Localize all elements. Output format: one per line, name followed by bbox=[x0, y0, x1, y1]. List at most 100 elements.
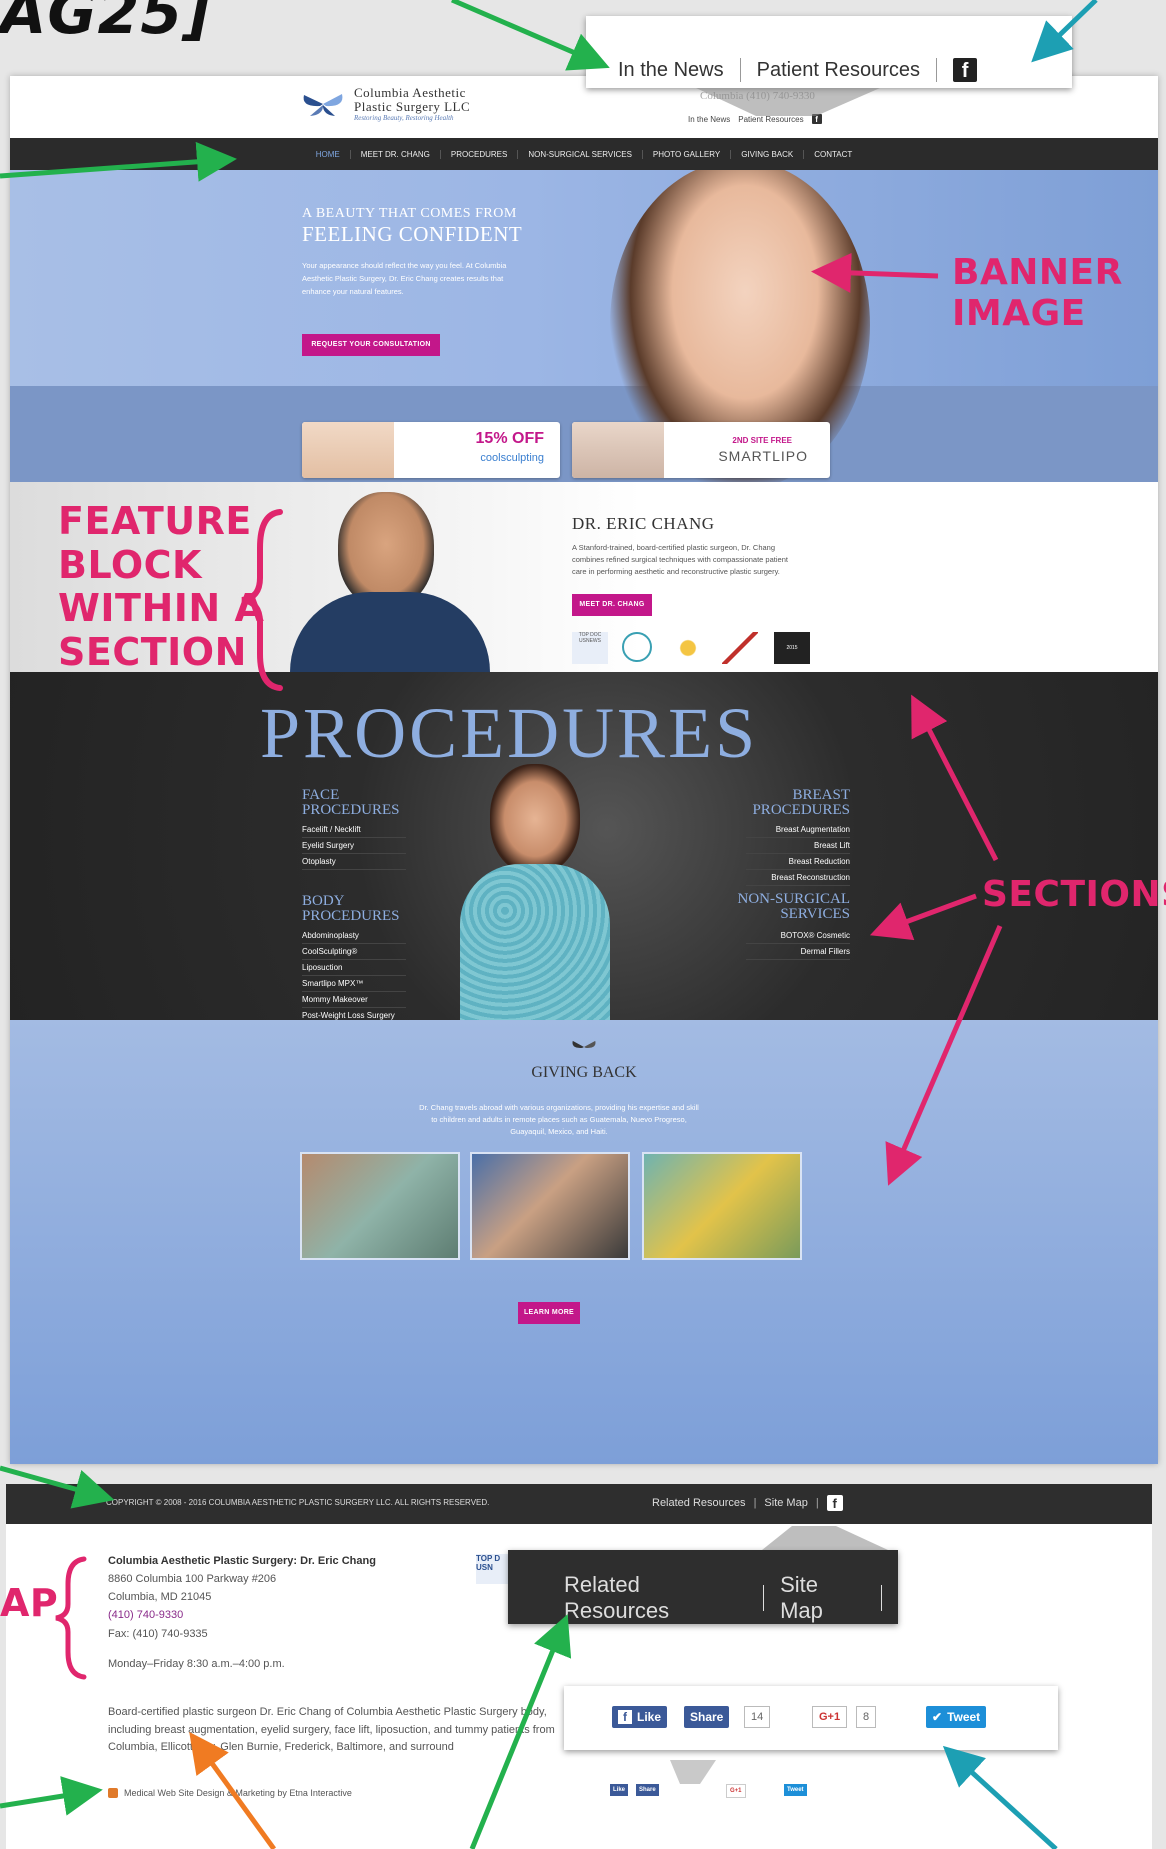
label-line: FEATURE bbox=[58, 499, 252, 543]
nav-non-surgical[interactable]: NON-SURGICAL SERVICES bbox=[517, 149, 642, 159]
butterfly-logo-icon bbox=[303, 94, 343, 117]
logo[interactable]: Columbia Aesthetic Plastic Surgery LLC R… bbox=[300, 86, 470, 123]
mission-photo[interactable] bbox=[300, 1152, 460, 1260]
procedure-link[interactable]: CoolSculpting® bbox=[302, 944, 406, 960]
board-badge bbox=[670, 632, 706, 664]
facebook-share-button[interactable]: Share bbox=[684, 1706, 730, 1728]
coolsculpting-promo[interactable]: 15% OFF coolsculpting bbox=[302, 422, 560, 478]
non-surgical-list: BOTOX® Cosmetic Dermal Fillers bbox=[746, 928, 850, 960]
footer-credit[interactable]: Medical Web Site Design & Marketing by E… bbox=[108, 1788, 352, 1798]
nav-giving-back[interactable]: GIVING BACK bbox=[730, 149, 803, 159]
callout-news-link[interactable]: In the News bbox=[618, 59, 724, 82]
practice-name: Columbia Aesthetic Plastic Surgery: Dr. … bbox=[108, 1555, 376, 1567]
separator bbox=[763, 1585, 765, 1611]
mission-photo[interactable] bbox=[642, 1152, 802, 1260]
map-partial-label: AP bbox=[0, 1581, 59, 1625]
callout-resources-link[interactable]: Patient Resources bbox=[757, 59, 920, 82]
heading-line: SERVICES bbox=[780, 906, 850, 922]
procedure-link[interactable]: Abdominoplasty bbox=[302, 928, 406, 944]
main-nav: HOME MEET DR. CHANG PROCEDURES NON-SURGI… bbox=[10, 138, 1158, 170]
mini-share-button[interactable]: Share bbox=[636, 1784, 659, 1796]
tweet-label: Tweet bbox=[947, 1710, 981, 1724]
usnews-badge: TOP DOC USNEWS bbox=[572, 632, 608, 664]
facebook-icon[interactable]: f bbox=[826, 1495, 843, 1511]
nav-contact[interactable]: CONTACT bbox=[803, 149, 862, 159]
promo2-offer: 2ND SITE FREE bbox=[732, 436, 792, 445]
header-link-resources[interactable]: Patient Resources bbox=[738, 115, 803, 124]
procedure-link[interactable]: Liposuction bbox=[302, 960, 406, 976]
like-label: Like bbox=[637, 1710, 662, 1724]
request-consultation-button[interactable]: REQUEST YOUR CONSULTATION bbox=[302, 334, 440, 356]
procedure-link[interactable]: Dermal Fillers bbox=[746, 944, 850, 960]
gplus-count: 8 bbox=[856, 1706, 877, 1728]
nav-photo-gallery[interactable]: PHOTO GALLERY bbox=[641, 149, 730, 159]
procedure-link[interactable]: BOTOX® Cosmetic bbox=[746, 928, 850, 944]
meet-dr-chang-button[interactable]: MEET DR. CHANG bbox=[572, 594, 652, 616]
map-brace-icon bbox=[55, 1556, 87, 1680]
corner-title: AG25] bbox=[0, 0, 212, 48]
footer-bar: COPYRIGHT © 2008 - 2016 COLUMBIA AESTHET… bbox=[6, 1484, 1152, 1524]
procedure-link[interactable]: Breast Reduction bbox=[746, 854, 850, 870]
logo-name-line1: Columbia Aesthetic bbox=[354, 85, 466, 100]
heading-line: BODY bbox=[302, 893, 345, 909]
separator: | bbox=[753, 1497, 757, 1509]
facebook-like-button[interactable]: f Like bbox=[612, 1706, 668, 1728]
footer-address: Columbia Aesthetic Plastic Surgery: Dr. … bbox=[108, 1552, 376, 1673]
procedure-link[interactable]: Breast Augmentation bbox=[746, 822, 850, 838]
header-phone[interactable]: Columbia (410) 740-9330 bbox=[700, 90, 815, 102]
separator: | bbox=[815, 1497, 819, 1509]
logo-name-line2: Plastic Surgery LLC bbox=[354, 98, 471, 114]
related-resources-link[interactable]: Related Resources bbox=[652, 1497, 746, 1509]
butterfly-icon bbox=[572, 1040, 596, 1048]
header-link-news[interactable]: In the News bbox=[688, 115, 730, 124]
award-badge: 2015 bbox=[774, 632, 810, 664]
nav-procedures[interactable]: PROCEDURES bbox=[439, 149, 517, 159]
procedure-link[interactable]: Facelift / Necklift bbox=[302, 822, 406, 838]
share-count: 14 bbox=[744, 1706, 771, 1728]
banner-supertitle: A BEAUTY THAT COMES FROM bbox=[302, 206, 517, 221]
social-buttons-callout: f Like Share 14 G+1 8 ✔ Tweet bbox=[564, 1686, 1058, 1750]
face-procedures-heading: FACE PROCEDURES bbox=[302, 788, 400, 818]
site-map-link[interactable]: Site Map bbox=[764, 1497, 807, 1509]
heading-line: BREAST bbox=[792, 787, 850, 803]
mini-tweet-button[interactable]: Tweet bbox=[784, 1784, 807, 1796]
doctor-name: DR. ERIC CHANG bbox=[572, 514, 715, 533]
facebook-icon: f bbox=[618, 1710, 632, 1724]
label-line: IMAGE bbox=[952, 293, 1086, 335]
procedure-link[interactable]: Eyelid Surgery bbox=[302, 838, 406, 854]
mission-photo[interactable] bbox=[470, 1152, 630, 1260]
face-procedures-list: Facelift / Necklift Eyelid Surgery Otopl… bbox=[302, 822, 406, 870]
procedure-link[interactable]: Mommy Makeover bbox=[302, 992, 406, 1008]
mini-like-button[interactable]: Like bbox=[610, 1784, 629, 1796]
procedure-link[interactable]: Smartlipo MPX™ bbox=[302, 976, 406, 992]
doctor-bio: A Stanford-trained, board-certified plas… bbox=[572, 543, 788, 576]
separator bbox=[739, 58, 741, 82]
procedure-link[interactable]: Breast Lift bbox=[746, 838, 850, 854]
promo-photo bbox=[302, 422, 394, 478]
promo-photo bbox=[572, 422, 664, 478]
learn-more-button[interactable]: LEARN MORE bbox=[518, 1302, 580, 1324]
nav-meet-dr-chang[interactable]: MEET DR. CHANG bbox=[349, 149, 440, 159]
facebook-icon[interactable]: f bbox=[811, 114, 822, 124]
header-links-callout: In the News Patient Resources f bbox=[586, 16, 1072, 88]
banner-image-label: BANNER IMAGE bbox=[952, 252, 1123, 335]
procedure-link[interactable]: Breast Reconstruction bbox=[746, 870, 850, 886]
gplus-button[interactable]: G+1 bbox=[812, 1706, 848, 1728]
facebook-icon[interactable]: f bbox=[953, 58, 978, 82]
heading-line: PROCEDURES bbox=[752, 802, 850, 818]
smartlipo-promo[interactable]: 2ND SITE FREE SMARTLIPO bbox=[572, 422, 830, 478]
banner-copy: Your appearance should reflect the way y… bbox=[302, 261, 507, 296]
procedures-title: PROCEDURES bbox=[260, 693, 759, 773]
label-line: BANNER bbox=[952, 252, 1123, 293]
promo2-brand: SMARTLIPO bbox=[718, 448, 808, 464]
tweet-button[interactable]: ✔ Tweet bbox=[926, 1706, 987, 1728]
separator bbox=[881, 1585, 882, 1611]
callout-related-link[interactable]: Related Resources bbox=[564, 1572, 747, 1624]
mini-gplus-button[interactable]: G+1 bbox=[726, 1784, 746, 1798]
procedure-link[interactable]: Otoplasty bbox=[302, 854, 406, 870]
nav-home[interactable]: HOME bbox=[306, 150, 350, 159]
phone-link[interactable]: (410) 740-9330 bbox=[108, 1606, 376, 1624]
twitter-bird-icon: ✔ bbox=[932, 1710, 943, 1724]
non-surgical-heading: NON-SURGICAL SERVICES bbox=[700, 892, 851, 922]
callout-sitemap-link[interactable]: Site Map bbox=[780, 1572, 865, 1624]
